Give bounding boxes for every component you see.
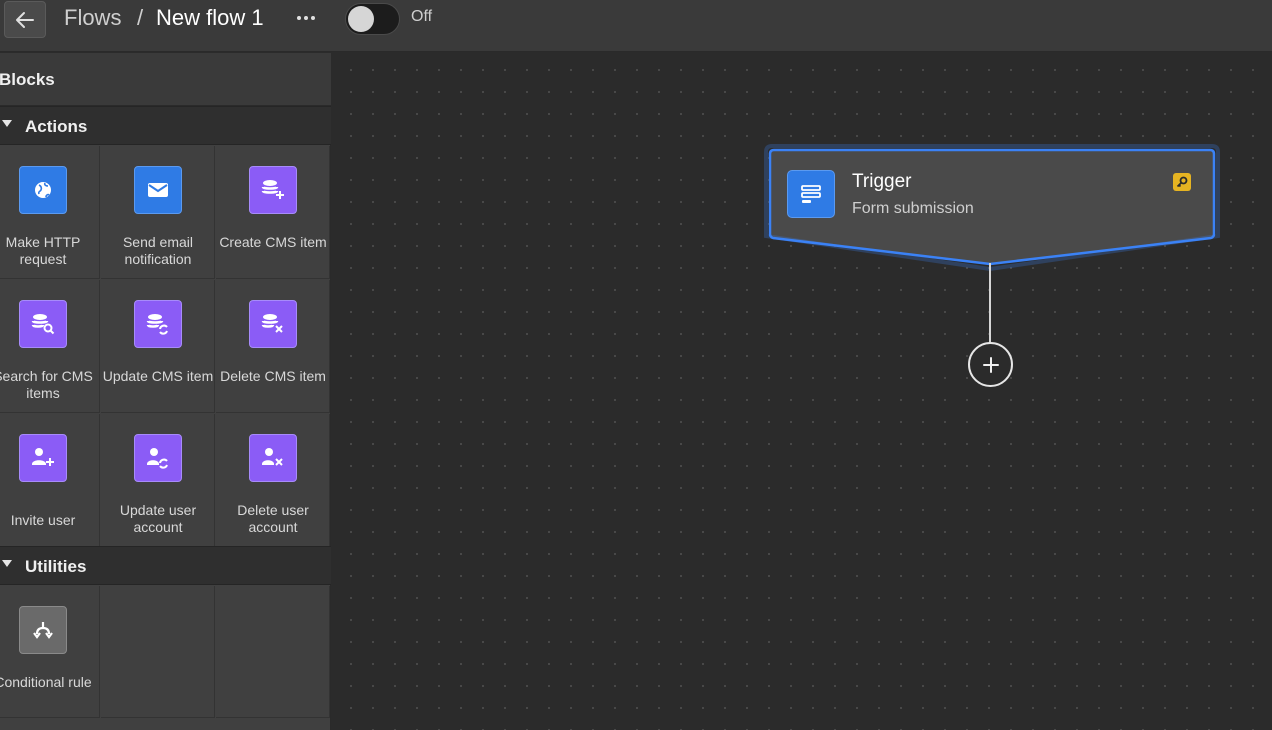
- block-label: Update user account: [119, 502, 197, 535]
- blocks-sidebar: Blocks Actions Make HTTP request Send em…: [0, 53, 331, 730]
- block-delete-cms-item[interactable]: Delete CMS item: [216, 280, 330, 413]
- plus-icon: [982, 356, 999, 373]
- block-label: Create CMS item: [219, 234, 327, 250]
- envelope-icon: [133, 166, 182, 214]
- trigger-title: Trigger: [852, 171, 912, 192]
- breadcrumb-flows-link[interactable]: Flows: [64, 5, 121, 31]
- add-step-button[interactable]: [968, 342, 1013, 387]
- block-invite-user[interactable]: Invite user: [0, 414, 100, 547]
- flow-enabled-toggle[interactable]: [345, 3, 400, 35]
- block-label: Search for CMS items: [0, 368, 93, 401]
- block-make-http-request[interactable]: Make HTTP request: [0, 146, 100, 279]
- back-button[interactable]: [4, 1, 46, 38]
- branch-icon: [19, 606, 67, 654]
- database-search-icon: [19, 300, 67, 348]
- connector-line: [989, 263, 991, 343]
- block-delete-user-account[interactable]: Delete user account: [216, 414, 330, 547]
- section-actions-header[interactable]: Actions: [0, 106, 331, 145]
- block-label: Invite user: [10, 512, 76, 528]
- section-label: Utilities: [25, 557, 87, 576]
- block-update-cms-item[interactable]: Update CMS item: [101, 280, 215, 413]
- database-delete-icon: [248, 300, 297, 348]
- block-conditional-rule[interactable]: Conditional rule: [0, 586, 100, 718]
- ellipsis-icon: [297, 16, 315, 20]
- block-search-cms-items[interactable]: Search for CMS items: [0, 280, 100, 413]
- block-send-email-notification[interactable]: Send email notification: [101, 146, 215, 279]
- empty-tile: [216, 586, 330, 718]
- blocks-header: Blocks: [0, 53, 331, 106]
- user-delete-icon: [248, 434, 297, 482]
- trigger-node[interactable]: [770, 153, 1213, 253]
- block-update-user-account[interactable]: Update user account: [101, 414, 215, 547]
- caret-down-icon: [2, 560, 12, 567]
- form-icon: [787, 170, 835, 218]
- block-label: Conditional rule: [0, 674, 92, 690]
- globe-icon: [19, 166, 67, 214]
- toggle-state-label: Off: [411, 8, 433, 25]
- block-label: Make HTTP request: [5, 234, 81, 267]
- block-label: Update CMS item: [102, 368, 214, 384]
- empty-tile: [101, 586, 215, 718]
- user-plus-icon: [19, 434, 67, 482]
- block-create-cms-item[interactable]: Create CMS item: [216, 146, 330, 279]
- toggle-knob: [348, 6, 374, 32]
- flow-name[interactable]: New flow 1: [156, 5, 264, 31]
- block-label: Delete user account: [237, 502, 309, 535]
- section-utilities-header[interactable]: Utilities: [0, 546, 331, 585]
- block-label: Delete CMS item: [220, 368, 326, 384]
- block-label: Send email notification: [122, 234, 194, 267]
- top-bar: Flows / New flow 1 Off: [0, 0, 1272, 52]
- section-label: Actions: [25, 117, 88, 136]
- database-refresh-icon: [133, 300, 182, 348]
- key-icon[interactable]: [1173, 173, 1191, 191]
- blocks-title: Blocks: [0, 70, 55, 89]
- database-plus-icon: [248, 166, 297, 214]
- caret-down-icon: [2, 120, 12, 127]
- trigger-subtitle: Form submission: [852, 200, 974, 217]
- arrow-left-icon: [16, 11, 34, 28]
- user-refresh-icon: [133, 434, 182, 482]
- more-options-button[interactable]: [293, 6, 319, 30]
- breadcrumb-separator: /: [137, 5, 144, 30]
